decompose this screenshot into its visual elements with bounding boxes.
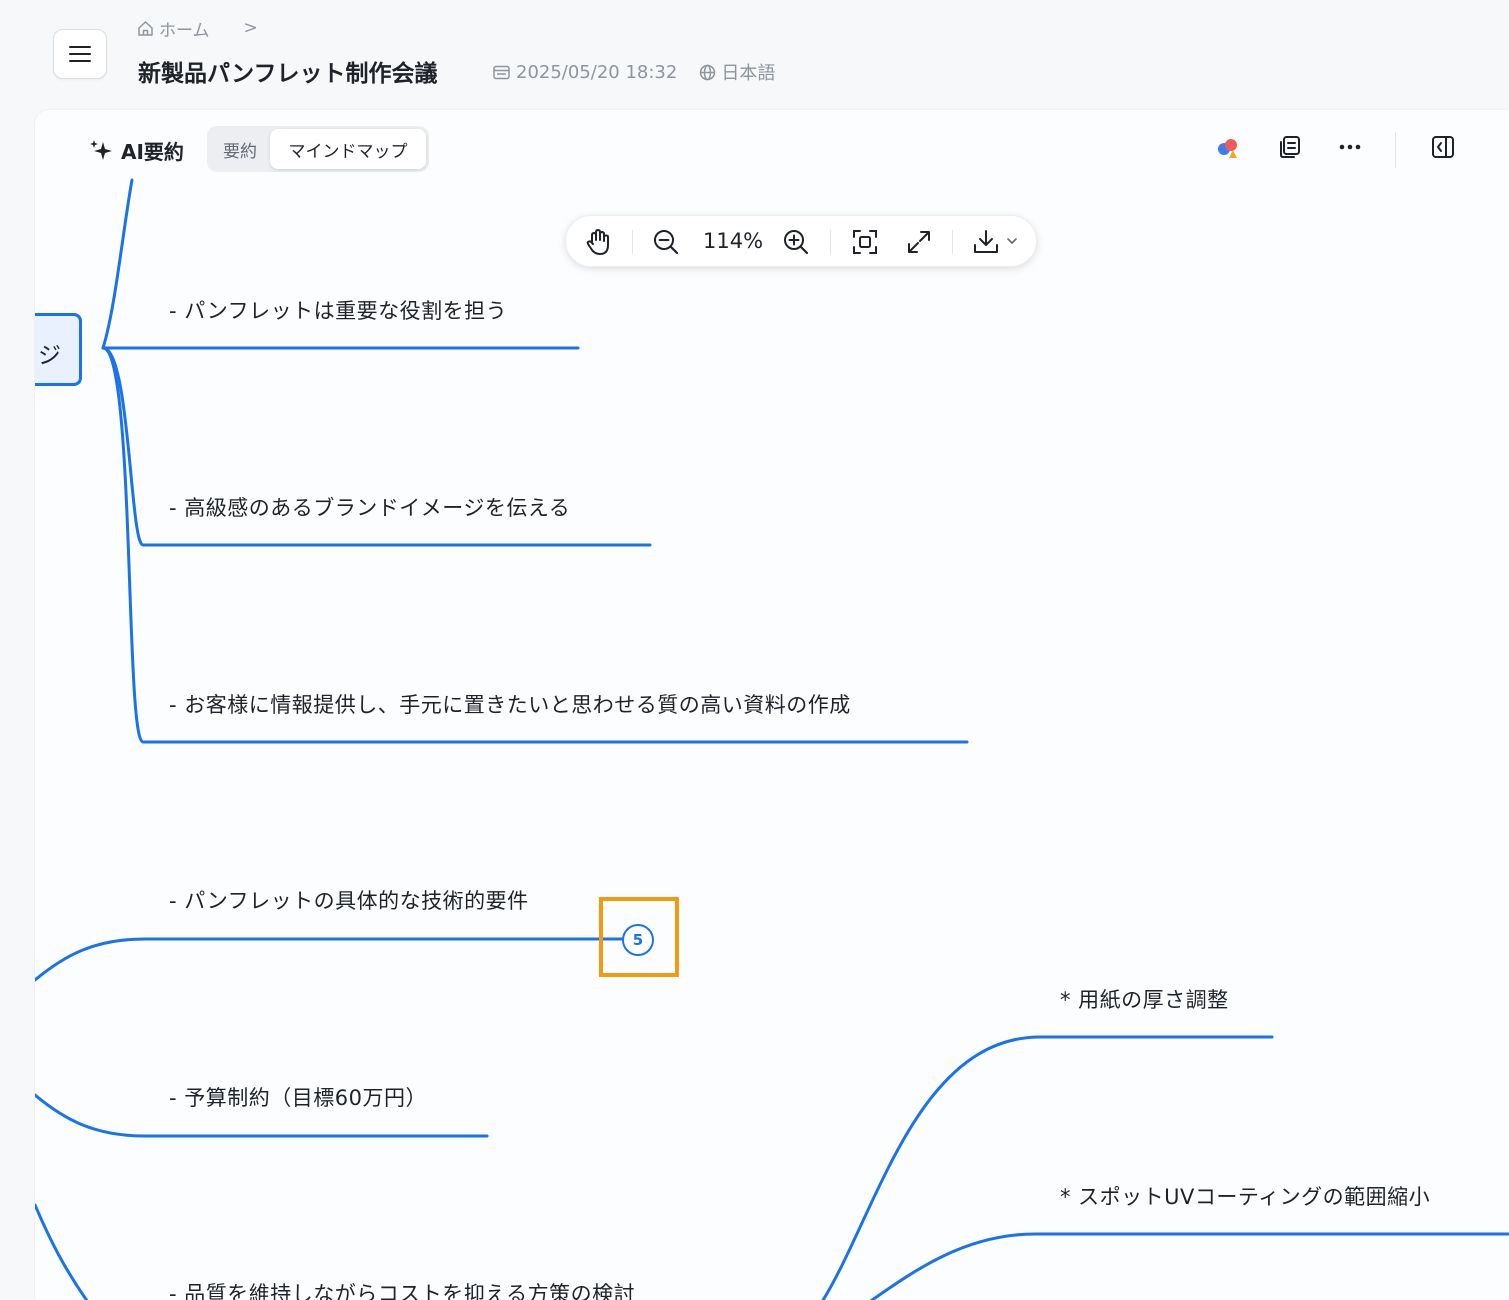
mindmap-toolbar: 114% <box>565 215 1037 267</box>
mindmap-node[interactable]: - 高級感のあるブランドイメージを伝える <box>169 492 570 522</box>
ai-summary-panel: AI要約 要約 マインドマップ 114% ジ - パンフレットは重要な役割を担う… <box>35 110 1509 1300</box>
mindmap-node[interactable]: - 品質を維持しながらコストを抑える方策の検討 <box>169 1278 635 1300</box>
mindmap-node[interactable]: - パンフレットの具体的な技術的要件 <box>169 885 529 915</box>
zoom-divider <box>830 230 831 254</box>
sparkle-icon <box>90 139 112 160</box>
highlight-box <box>599 897 679 977</box>
fit-view-icon[interactable] <box>851 228 879 256</box>
language-label: 日本語 <box>721 63 776 84</box>
download-icon[interactable] <box>972 228 1000 256</box>
home-icon <box>138 20 153 36</box>
tab-mindmap[interactable]: マインドマップ <box>270 129 426 169</box>
branch-line-6 <box>35 1203 89 1300</box>
zoom-divider <box>632 230 633 254</box>
fullscreen-icon[interactable] <box>905 228 933 256</box>
mindmap-node[interactable]: * 用紙の厚さ調整 <box>1060 984 1229 1014</box>
branch-line-7 <box>821 1035 1274 1300</box>
tab-summary[interactable]: 要約 <box>210 129 270 169</box>
mindmap-node[interactable]: - 予算制約（目標60万円） <box>169 1082 427 1112</box>
breadcrumb: ホーム > <box>137 16 258 41</box>
ai-summary-label: AI要約 <box>121 140 184 164</box>
mindmap-node[interactable]: - パンフレットは重要な役割を担う <box>169 295 507 325</box>
mindmap-root-node[interactable]: ジ <box>35 313 82 386</box>
zoom-divider <box>952 230 953 254</box>
zoom-level: 114% <box>703 229 764 253</box>
branch-line-4 <box>35 937 624 982</box>
hand-pan-icon[interactable] <box>584 228 612 256</box>
sidebar-collapse-icon <box>1432 136 1454 158</box>
meeting-datetime: 2025/05/20 18:32 <box>516 61 678 83</box>
more-button[interactable] <box>1337 134 1363 164</box>
zoom-out-icon[interactable] <box>652 228 680 256</box>
root-node-label: ジ <box>38 343 61 369</box>
page-title: 新製品パンフレット制作会議 <box>138 61 438 87</box>
ai-summary-title: AI要約 <box>89 136 184 165</box>
calendar-icon <box>493 65 510 79</box>
language-selector[interactable]: 日本語 <box>699 59 775 85</box>
mindmap-node[interactable]: - お客様に情報提供し、手元に置きたいと思わせる質の高い資料の作成 <box>169 689 851 719</box>
meeting-meta: 2025/05/20 18:32 日本語 <box>493 59 775 85</box>
branch-line-top <box>101 178 134 350</box>
globe-icon <box>700 64 716 80</box>
collapse-panel-button[interactable] <box>1430 134 1456 164</box>
chevron-down-icon[interactable] <box>1006 236 1018 246</box>
breadcrumb-home-label: ホーム <box>159 20 210 41</box>
ai-assistant-icon <box>1218 139 1237 158</box>
ai-assistant-button[interactable] <box>1215 134 1243 166</box>
mindmap-node[interactable]: * スポットUVコーティングの範囲縮小 <box>1060 1181 1430 1211</box>
copy-button[interactable] <box>1277 134 1303 164</box>
view-switcher: 要約 マインドマップ <box>207 126 429 172</box>
branch-line-8 <box>869 1232 1509 1300</box>
toolbar-divider <box>1395 132 1396 168</box>
breadcrumb-home[interactable]: ホーム <box>137 16 210 41</box>
menu-button[interactable] <box>53 29 107 79</box>
more-icon <box>1339 144 1361 150</box>
hamburger-icon <box>69 46 91 62</box>
chevron-right-icon: > <box>243 18 258 38</box>
copy-icon <box>1280 136 1300 158</box>
zoom-in-icon[interactable] <box>782 228 810 256</box>
